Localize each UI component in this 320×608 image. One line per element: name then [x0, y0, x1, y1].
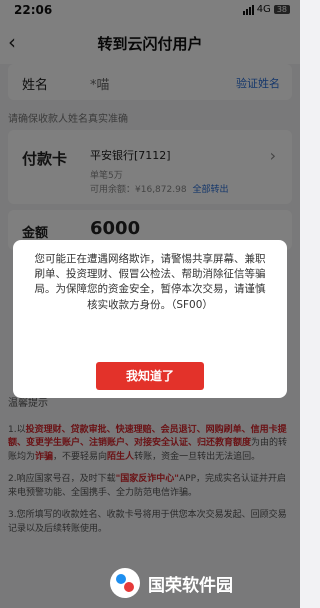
watermark-logo-icon [110, 568, 140, 598]
dialog-message: 您可能正在遭遇网络欺诈，请警惕共享屏幕、兼职刷单、投资理财、假冒公检法、帮助消除… [34, 253, 266, 311]
watermark-text: 国荣软件园 [148, 575, 233, 596]
fraud-warning-dialog: 您可能正在遭遇网络欺诈，请警惕共享屏幕、兼职刷单、投资理财、假冒公检法、帮助消除… [13, 240, 287, 398]
watermark: 国荣软件园 [110, 565, 292, 601]
acknowledge-button[interactable]: 我知道了 [96, 362, 204, 390]
